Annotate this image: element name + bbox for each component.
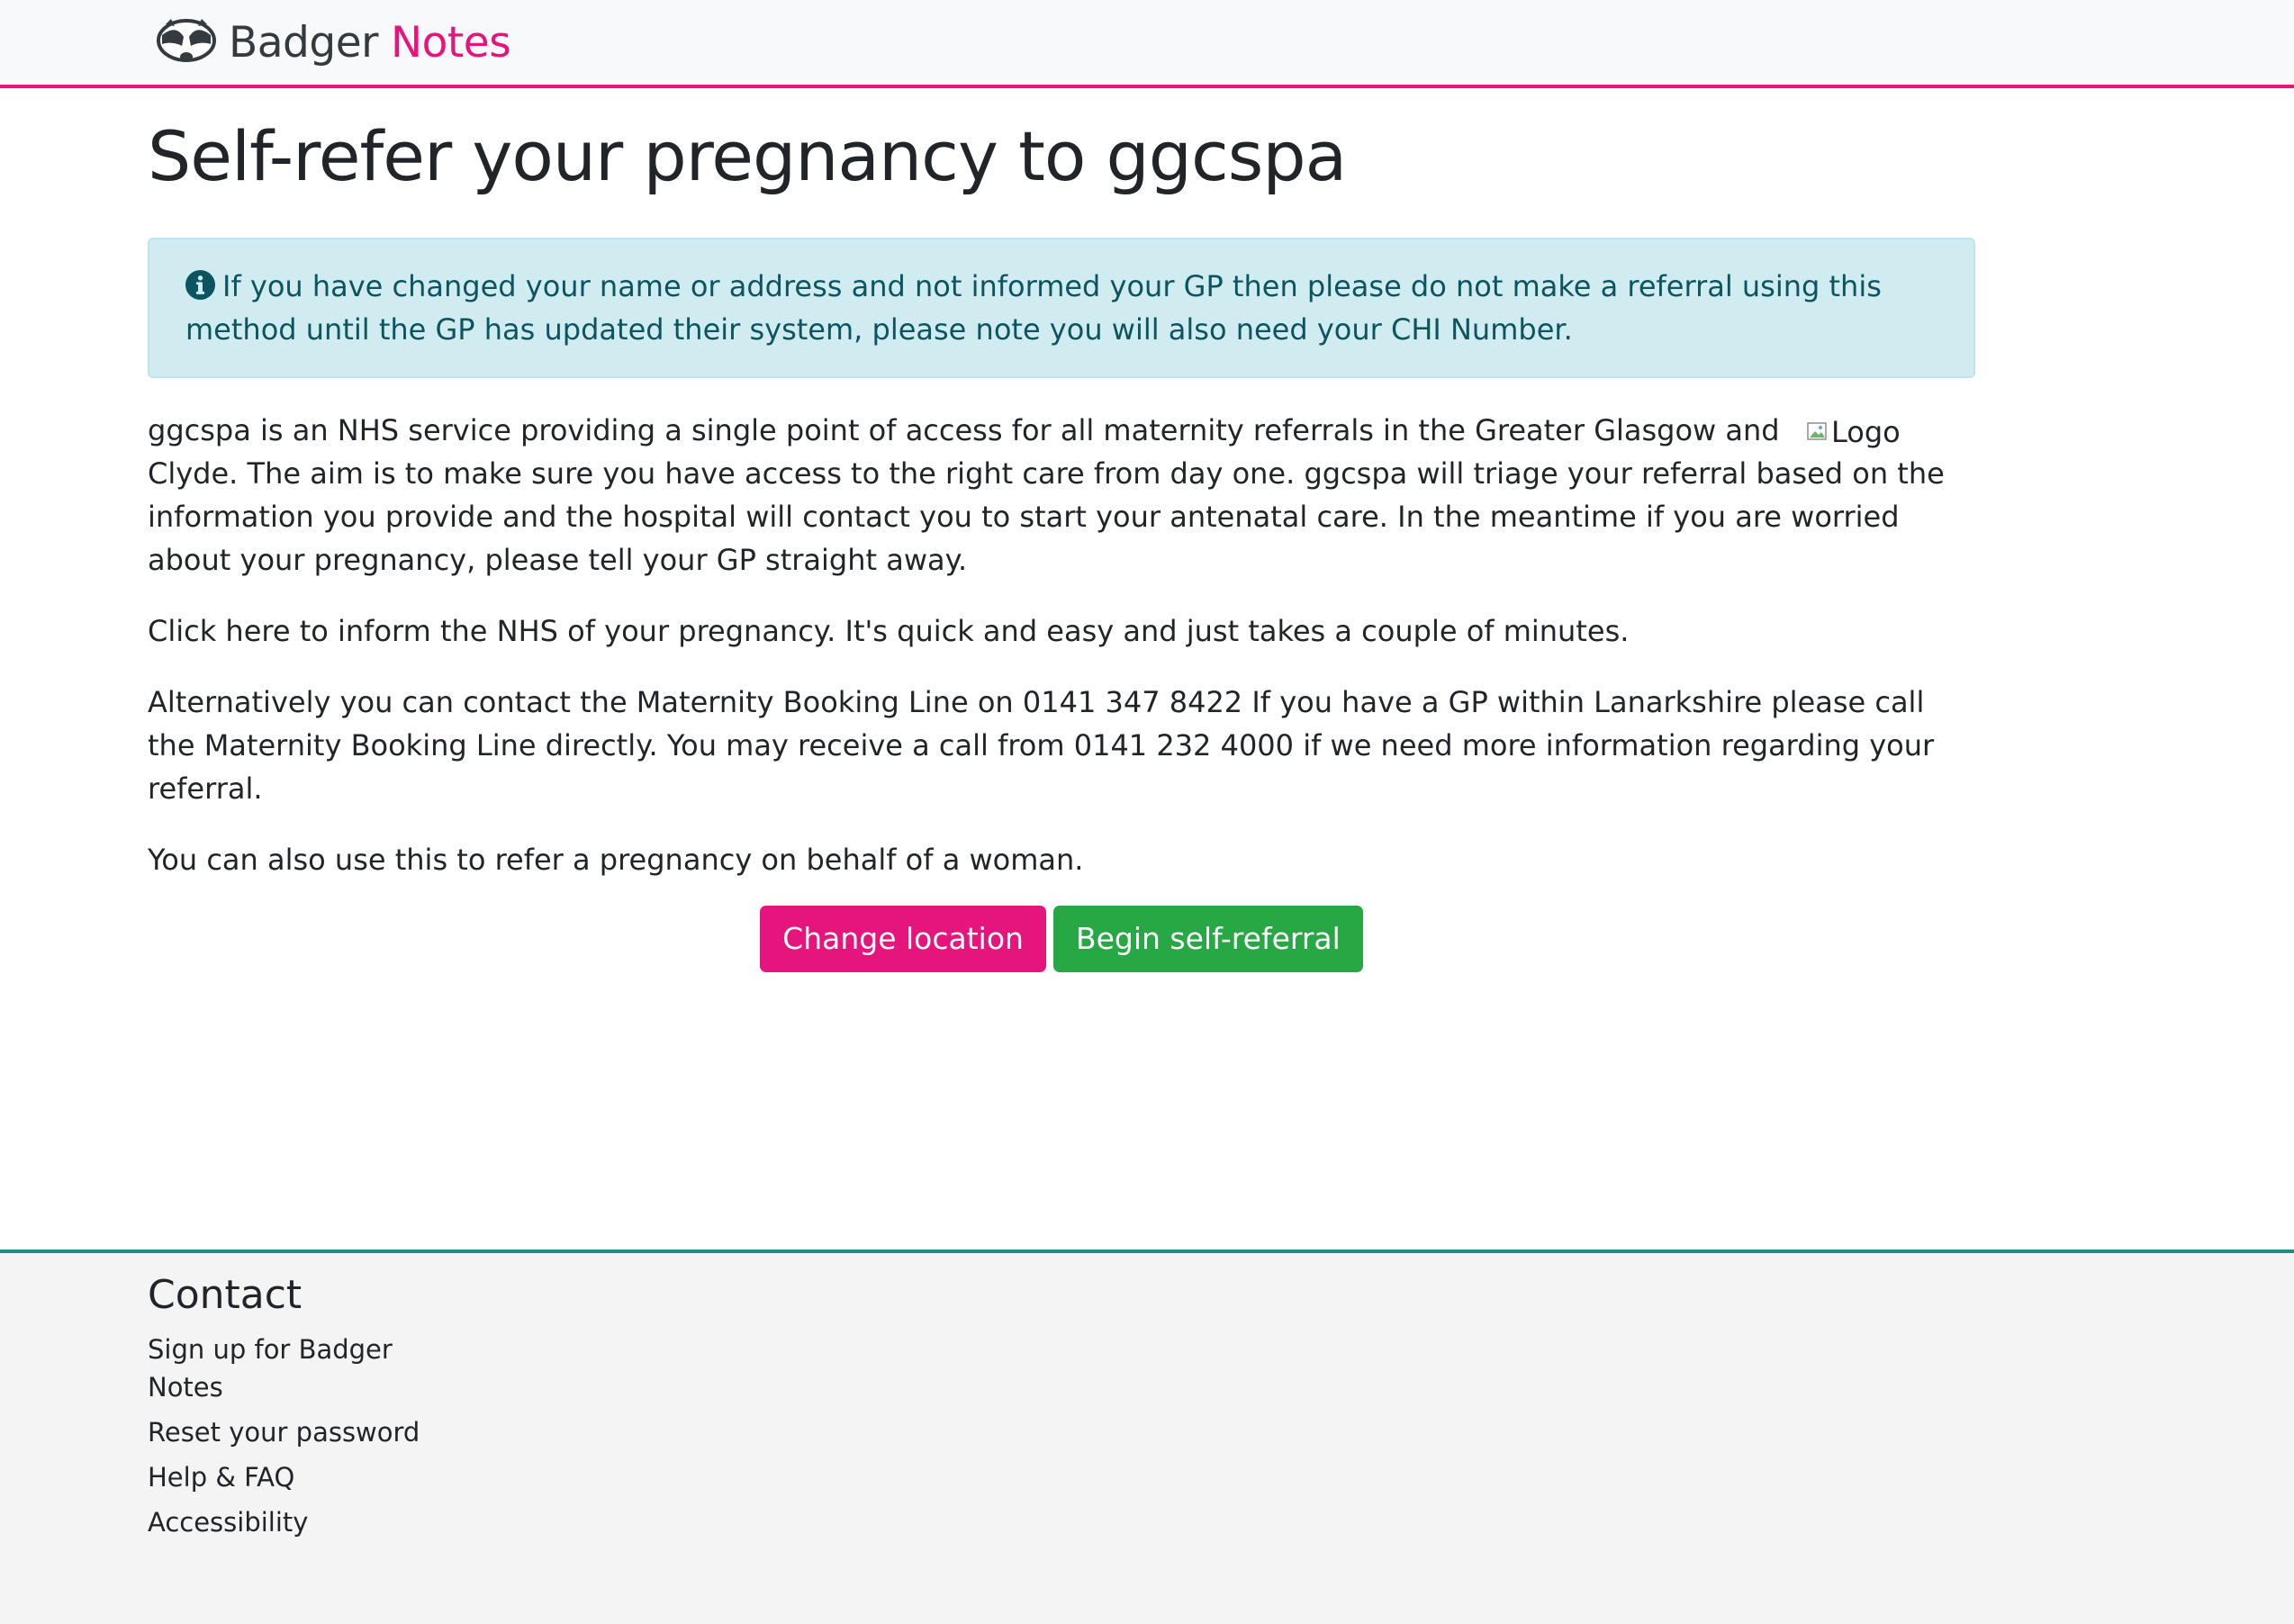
click-here-paragraph: Click here to inform the NHS of your pre… bbox=[148, 614, 1630, 648]
change-location-button[interactable]: Change location bbox=[760, 906, 1046, 972]
footer-link-item: Help & FAQ bbox=[148, 1458, 436, 1496]
begin-self-referral-button[interactable]: Begin self-referral bbox=[1052, 906, 1363, 972]
action-buttons: Change location Begin self-referral bbox=[148, 906, 1975, 972]
badger-icon bbox=[157, 19, 216, 62]
reset-password-link[interactable]: Reset your password bbox=[148, 1417, 420, 1448]
footer-contact: Contact Sign up for Badger Notes Reset y… bbox=[148, 1269, 436, 1548]
footer-link-item: Sign up for Badger Notes bbox=[148, 1331, 436, 1406]
on-behalf-paragraph: You can also use this to refer a pregnan… bbox=[148, 843, 1084, 877]
broken-image-icon bbox=[1807, 422, 1827, 440]
accessibility-link[interactable]: Accessibility bbox=[148, 1507, 308, 1538]
footer-title: Contact bbox=[148, 1272, 303, 1318]
footer-link-item: Reset your password bbox=[148, 1413, 436, 1451]
footer-link-item: Accessibility bbox=[148, 1503, 436, 1541]
booking-line-paragraph: Alternatively you can contact the Matern… bbox=[148, 685, 1935, 806]
alert-text: If you have changed your name or address… bbox=[185, 269, 1882, 347]
info-circle-icon bbox=[185, 270, 215, 300]
intro-paragraph: Logo ggcspa is an NHS service providing … bbox=[148, 409, 1975, 582]
referral-info: Logo ggcspa is an NHS service providing … bbox=[148, 409, 1975, 881]
footer-links: Sign up for Badger Notes Reset your pass… bbox=[148, 1331, 436, 1541]
brand-name: Badger Notes bbox=[229, 17, 511, 68]
help-faq-link[interactable]: Help & FAQ bbox=[148, 1462, 294, 1493]
main-content: Self-refer your pregnancy to ggcspa If y… bbox=[148, 88, 1975, 972]
ggcspa-logo-image: Logo bbox=[1806, 412, 1914, 452]
page-title: Self-refer your pregnancy to ggcspa bbox=[148, 116, 1347, 196]
logo-alt-text: Logo bbox=[1831, 415, 1901, 449]
sign-up-link[interactable]: Sign up for Badger Notes bbox=[148, 1334, 393, 1403]
brand-home-link[interactable]: Badger Notes bbox=[155, 11, 511, 74]
brand-accent: Notes bbox=[390, 17, 511, 68]
site-header: Badger Notes bbox=[0, 0, 2294, 88]
site-footer: Contact Sign up for Badger Notes Reset y… bbox=[0, 1250, 2294, 1624]
info-alert: If you have changed your name or address… bbox=[148, 238, 1975, 378]
